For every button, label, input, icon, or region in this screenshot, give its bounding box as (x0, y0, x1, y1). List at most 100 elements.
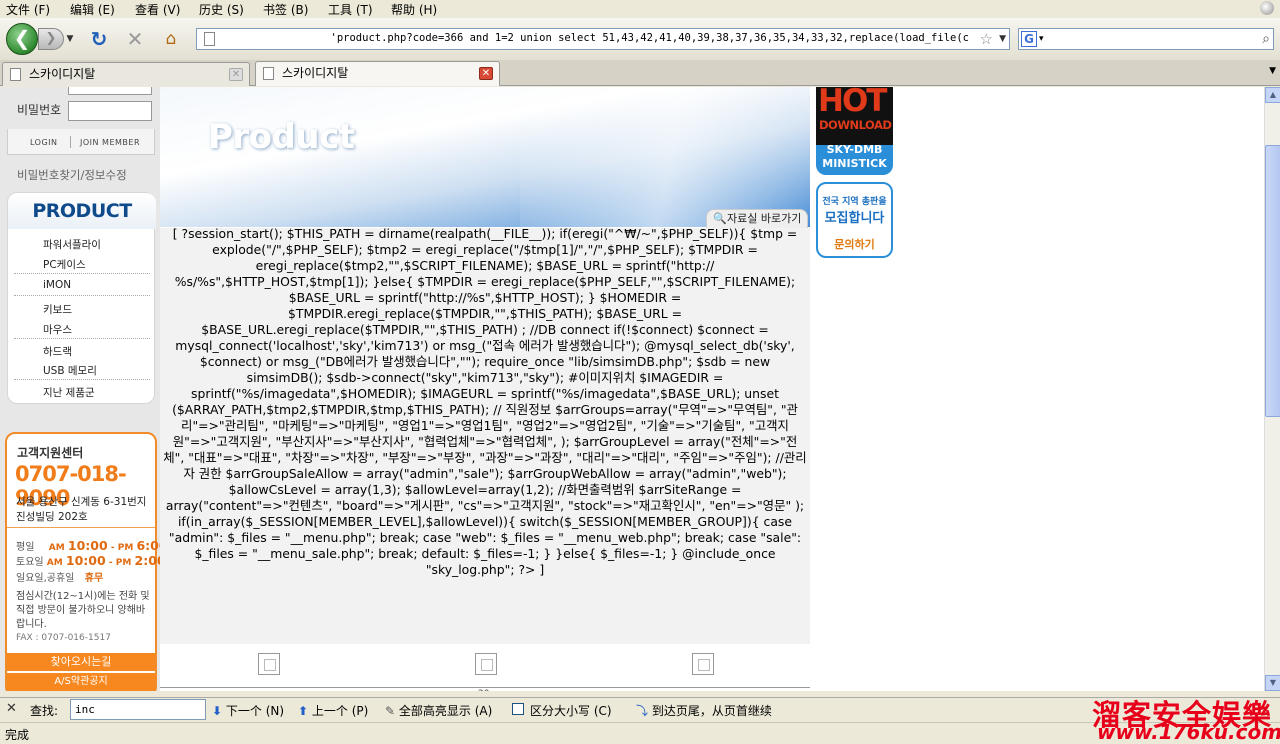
divider (14, 273, 150, 274)
loading-throbber-icon (1260, 1, 1274, 15)
category-item[interactable]: 하드랙 (43, 344, 72, 359)
vertical-scrollbar[interactable]: ▲ ▼ (1264, 87, 1280, 691)
join-member-button[interactable]: JOIN MEMBER (80, 138, 140, 147)
recruit-line2: 모집합니다 (824, 211, 885, 226)
wrap-icon: ⤵ (636, 704, 649, 718)
password-find-link[interactable]: 비밀번호찾기/정보수정 (17, 167, 127, 183)
saturday-hours: 토요일 AM 10:00 - PM 2:00 (16, 553, 166, 568)
url-dropdown-icon[interactable]: ▼ (999, 29, 1006, 49)
find-us-button[interactable]: 찾아오시는길 (7, 653, 155, 671)
support-address-line1: 서울 용산구 신계동 6-31번지 (16, 496, 147, 508)
saturday-from: 10:00 (65, 553, 106, 568)
watermark-url: www.176ku.com (1097, 720, 1280, 744)
ad-hot-word: HOT (818, 87, 887, 119)
find-label: 查找: (30, 704, 59, 718)
support-address-line2: 진성빌딩 202호 (16, 511, 88, 523)
category-item[interactable]: iMON (43, 279, 71, 291)
menu-tools[interactable]: 工具 (T) (328, 1, 373, 18)
search-engine-icon[interactable]: G (1021, 31, 1037, 47)
scrollbar-thumb[interactable] (1265, 145, 1280, 417)
find-bar: ✕ 查找: inc ⬇ 下一个 (N) ⬆ 上一个 (P) ✎ 全部高亮显示 (… (0, 697, 1280, 722)
archive-link-label: 자료실 바로가기 (727, 212, 802, 225)
tab-2-active[interactable]: 스카이디지탈 ✕ (255, 61, 500, 86)
weekday-label: 평일 (16, 542, 35, 553)
saturday-am: AM (46, 558, 63, 568)
highlighter-icon: ✎ (385, 704, 396, 718)
search-icon[interactable]: ⌕ (1262, 30, 1270, 48)
wrapped-notice-text: 到达页尾，从页首继续 (651, 704, 772, 718)
category-item[interactable]: 마우스 (43, 322, 72, 337)
banner-title: Product (208, 117, 355, 157)
forward-button[interactable]: ❯ (38, 28, 64, 50)
product-menu: PRODUCT 파워서플라이 PC케이스 iMON 키보드 마우스 하드랙 US… (7, 192, 156, 404)
category-item[interactable]: USB 메모리 (43, 363, 97, 378)
product-heading: PRODUCT (8, 193, 156, 229)
engine-dropdown-icon[interactable]: ▾ (1039, 29, 1044, 49)
broken-image-icon[interactable] (692, 653, 714, 675)
tab-close-icon[interactable]: ✕ (479, 67, 493, 80)
divider (160, 687, 810, 688)
back-button[interactable]: ❮ (6, 23, 38, 55)
find-prev-button[interactable]: ⬆ 上一个 (P) (298, 702, 368, 719)
menu-bookmarks[interactable]: 书签 (B) (263, 1, 308, 18)
category-item[interactable]: 파워서플라이 (43, 237, 101, 252)
home-button[interactable]: ⌂ (160, 28, 182, 50)
id-field[interactable] (68, 87, 152, 95)
menu-edit[interactable]: 编辑 (E) (70, 1, 115, 18)
stop-button[interactable]: ✕ (124, 28, 146, 50)
menu-bar: 文件 (F) 编辑 (E) 查看 (V) 历史 (S) 书签 (B) 工具 (T… (0, 0, 1280, 18)
password-field[interactable] (68, 101, 152, 121)
highlight-all-button[interactable]: ✎ 全部高亮显示 (A) (385, 702, 492, 719)
recruit-contact: 문의하기 (834, 238, 875, 251)
bookmark-star-icon[interactable]: ☆ (980, 29, 993, 49)
find-input[interactable]: inc (70, 699, 206, 720)
status-bar: 完成 溜客安全娱樂 www.176ku.com (0, 698, 1280, 744)
arrow-up-icon: ⬆ (298, 704, 309, 718)
ad-product-line1: SKY-DMB (826, 143, 883, 156)
divider (14, 379, 150, 380)
recruit-line1: 전국 지역 총판을 (822, 197, 887, 207)
address-bar[interactable]: 'product.php?code=366 and 1=2 union sele… (196, 28, 1010, 50)
broken-image-icon[interactable] (475, 653, 497, 675)
recruit-ad[interactable]: 전국 지역 총판을 모집합니다 문의하기 (816, 182, 893, 258)
search-box[interactable]: G ▾ ⌕ (1018, 28, 1274, 50)
menu-view[interactable]: 查看 (V) (135, 1, 180, 18)
highlight-all-label: 全部高亮显示 (A) (398, 704, 493, 718)
holiday-label: 일요일,공휴일 (16, 573, 75, 584)
tab-page-icon (263, 67, 274, 80)
main-content: Product 🔍 자료실 바로가기 [ ?session_start(); $… (160, 87, 820, 691)
match-case-checkbox[interactable] (512, 703, 524, 715)
reload-button[interactable]: ↻ (88, 28, 110, 50)
page-content: 비밀번호 LOGIN JOIN MEMBER 비밀번호찾기/정보수정 PRODU… (0, 87, 1264, 691)
menu-file[interactable]: 文件 (F) (6, 1, 50, 18)
login-button[interactable]: LOGIN (30, 138, 58, 147)
menu-history[interactable]: 历史 (S) (199, 1, 244, 18)
tab-close-icon[interactable]: ✕ (229, 68, 243, 81)
divider (70, 136, 71, 148)
category-item[interactable]: PC케이스 (43, 257, 86, 272)
url-text[interactable]: 'product.php?code=366 and 1=2 union sele… (221, 32, 969, 44)
scroll-up-icon[interactable]: ▲ (1265, 87, 1280, 103)
arrow-down-icon: ⬇ (212, 704, 223, 718)
holiday-value: 휴무 (84, 573, 104, 584)
broken-image-icon[interactable] (258, 653, 280, 675)
page-number[interactable]: 20 (478, 689, 489, 691)
weekday-hours: 평일 AM 10:00 - PM 6:00 (16, 538, 168, 553)
menu-help[interactable]: 帮助 (H) (391, 1, 437, 18)
tab-list-dropdown-icon[interactable]: ▼ (1269, 66, 1276, 76)
close-icon[interactable]: ✕ (6, 701, 17, 716)
history-dropdown-icon[interactable]: ▼ (64, 28, 76, 50)
search-input[interactable] (1051, 30, 1249, 48)
as-policy-button[interactable]: A/S약관공지 (7, 673, 155, 691)
tab-title: 스카이디지탈 (282, 66, 349, 80)
banner-highlight (520, 87, 820, 227)
weekday-am: AM (48, 543, 65, 553)
saturday-pm: - PM (108, 558, 132, 568)
find-next-button[interactable]: ⬇ 下一个 (N) (212, 702, 284, 719)
hot-download-ad[interactable]: HOT DOWNLOAD SKY-DMB MINISTICK (816, 87, 893, 175)
scroll-down-icon[interactable]: ▼ (1265, 675, 1280, 691)
category-item[interactable]: 지난 제품군 (43, 385, 95, 400)
find-next-label: 下一个 (N) (225, 704, 285, 718)
category-item[interactable]: 키보드 (43, 302, 72, 317)
tab-1[interactable]: 스카이디지탈 ✕ (2, 62, 250, 86)
